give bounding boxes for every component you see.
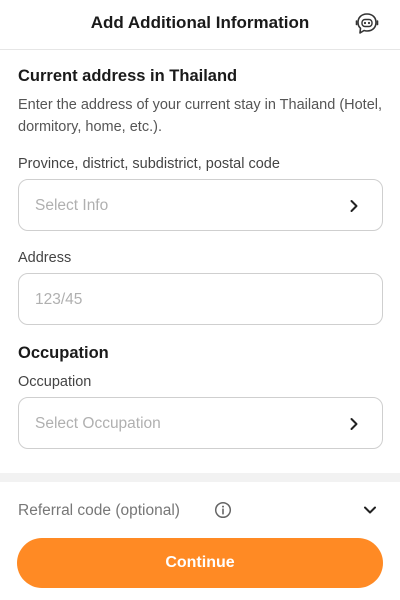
address-section-title: Current address in Thailand [18,67,238,85]
continue-button[interactable]: Continue [17,538,383,588]
address-label: Address [18,250,72,266]
referral-code-toggle[interactable]: Referral code (optional) [18,498,383,524]
occupation-section-title: Occupation [18,344,109,362]
section-divider [0,473,400,482]
occupation-label: Occupation [18,374,92,390]
location-label: Province, district, subdistrict, postal … [18,156,280,172]
location-select[interactable]: Select Info [18,179,383,231]
chatbot-icon[interactable] [354,11,380,37]
occupation-select[interactable]: Select Occupation [18,397,383,449]
address-input[interactable] [35,291,355,309]
location-select-placeholder: Select Info [35,197,109,214]
referral-code-label: Referral code (optional) [18,502,180,519]
occupation-select-placeholder: Select Occupation [35,415,161,432]
top-bar: Add Additional Information [0,0,400,50]
info-icon[interactable] [214,501,232,519]
chevron-down-icon[interactable] [363,504,377,516]
page-title: Add Additional Information [90,13,310,32]
continue-button-label: Continue [165,554,235,571]
chevron-right-icon [350,418,358,430]
chevron-right-icon [350,200,358,212]
address-field[interactable] [18,273,383,325]
address-section-description: Enter the address of your current stay i… [18,97,383,135]
